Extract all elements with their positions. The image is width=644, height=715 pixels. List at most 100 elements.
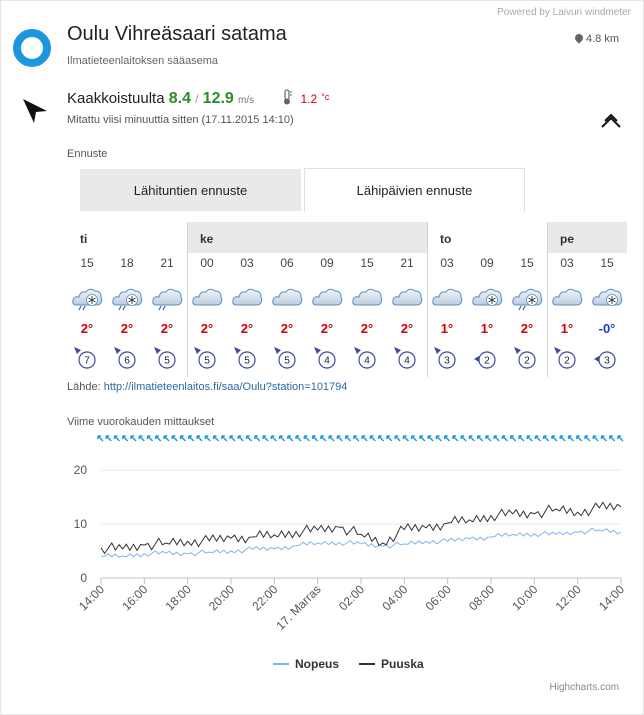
legend-item-gust[interactable]: Puuska [359,657,424,671]
weather-cloud-snow-rain-icon [71,285,103,311]
wind-direction-nw-icon: 2 [513,346,539,372]
history-chart: 0 10 20 14:00 16:00 18:00 20:00 22:0017. Marras… [74,435,627,633]
thermometer-icon [284,89,293,105]
tab-short-term-forecast[interactable]: Lähituntien ennuste [80,169,301,211]
wind-direction-marker-icon [609,435,616,442]
wind-direction-marker-icon [295,435,302,442]
legend-gust-label: Puuska [381,657,424,671]
forecast-temperature: 1° [480,321,494,336]
wind-direction-arrow-icon [23,99,47,123]
weather-cloud-icon [271,285,303,311]
wind-direction-marker-icon [386,435,393,442]
wind-direction-marker-icon [534,435,541,442]
forecast-hour: 21 [160,256,174,270]
legend-speed-label: Nopeus [295,657,340,671]
wind-direction-marker-icon [311,435,319,442]
forecast-day-label: ti [80,232,88,246]
weather-card: Powered by Laivuri windmeter Oulu Vihreä… [0,0,644,715]
forecast-temperature: 2° [520,321,534,336]
wind-direction-marker-icon [353,435,360,442]
x-tick-label: 14:00 [596,582,627,613]
legend-item-speed[interactable]: Nopeus [273,657,339,671]
wind-direction-w-icon: 2 [473,346,499,372]
svg-text:6: 6 [124,356,130,367]
wind-direction-nw-icon: 5 [273,346,299,372]
forecast-temperature: 2° [160,321,174,336]
forecast-table: ti ke to pe 15 2° 7 18 2° 6 21 2° 5 00 2° 5 03 2° 5 06 2° 5 09… [67,222,631,377]
wind-direction-marker-icon [336,435,343,442]
collapse-chevron-icon[interactable] [600,111,622,129]
forecast-hour: 21 [400,256,414,270]
wind-direction-marker-icon [584,435,591,442]
source-label: Lähde: [67,381,101,393]
current-temperature: 1.2 [300,92,318,106]
wind-direction-nw-icon: 4 [393,346,419,372]
wind-direction-marker-icon [97,435,104,442]
distance: 4.8 km [573,32,619,45]
forecast-hour: 09 [480,256,494,270]
wind-direction-marker-icon [171,435,178,442]
wind-direction-marker-icon [229,435,236,442]
wind-direction-marker-icon [237,435,244,442]
wind-direction-marker-icon [221,435,228,442]
svg-text:3: 3 [604,356,610,367]
y-tick-label: 10 [74,517,88,531]
station-subtitle: Ilmatieteenlaitoksen sääasema [67,55,219,67]
wind-direction-marker-icon [245,435,253,442]
wind-direction-marker-icon [369,435,376,442]
distance-value: 4.8 km [585,33,619,45]
forecast-temperature: 2° [120,321,134,336]
wind-direction-marker-icon [600,435,607,442]
wind-direction-marker-icon [419,435,426,442]
wind-direction-marker-icon [287,435,294,442]
wind-direction-marker-icon [559,435,566,442]
highcharts-credits[interactable]: Highcharts.com [550,682,619,693]
legend-gust-swatch [359,663,375,665]
wind-direction-marker-icon [509,435,517,442]
wind-direction-marker-icon [402,435,409,442]
speed-separator: / [195,92,199,106]
forecast-hour: 09 [320,256,334,270]
wind-direction-marker-icon [435,435,442,442]
svg-text:2: 2 [484,356,490,367]
x-tick-label: 22:00 [249,582,280,613]
wind-direction-marker-icon [493,435,500,442]
wind-direction-w-icon: 3 [593,346,619,372]
wind-unit: m/s [237,95,255,106]
forecast-temperature: 2° [240,321,254,336]
wind-direction-marker-icon [592,435,599,442]
weather-cloud-icon [351,285,383,311]
weather-cloud-icon [431,285,463,311]
forecast-hour: 00 [200,256,214,270]
forecast-day-divider [547,222,548,377]
x-tick-label: 06:00 [423,582,454,613]
svg-text:4: 4 [404,356,410,367]
tab-multi-day-forecast[interactable]: Lähipäivien ennuste [304,168,525,212]
y-tick-label: 20 [74,463,88,477]
wind-direction-marker-icon [452,435,459,442]
svg-text:4: 4 [364,356,370,367]
wind-direction-marker-icon [278,435,286,442]
wind-direction-marker-icon [468,435,475,442]
source-link[interactable]: http://ilmatieteenlaitos.fi/saa/Oulu?sta… [104,381,348,393]
forecast-day-divider [427,222,428,377]
weather-cloud-icon [311,285,343,311]
svg-text:7: 7 [84,356,90,367]
current-wind: Kaakkoistuulta 8.4 / 12.9 m/s 1.2 °c [67,89,329,108]
wind-direction-marker-icon [543,435,550,442]
station-title: Oulu Vihreäsaari satama [67,23,287,45]
series-line-nopeus [100,527,622,558]
wind-direction-marker-icon [196,435,203,442]
forecast-hour: 15 [80,256,94,270]
wind-direction-marker-icon [394,435,401,442]
wind-direction-marker-icon [163,435,170,442]
map-pin-icon [573,32,585,44]
wind-speed: 8.4 [168,90,191,107]
weather-cloud-icon [191,285,223,311]
weather-cloud-snow-rain-icon [111,285,143,311]
forecast-day-label: to [440,232,452,246]
wind-direction-marker-icon [485,435,492,442]
forecast-day-divider [187,222,188,377]
wind-direction-marker-icon [204,435,211,442]
svg-text:5: 5 [204,356,210,367]
